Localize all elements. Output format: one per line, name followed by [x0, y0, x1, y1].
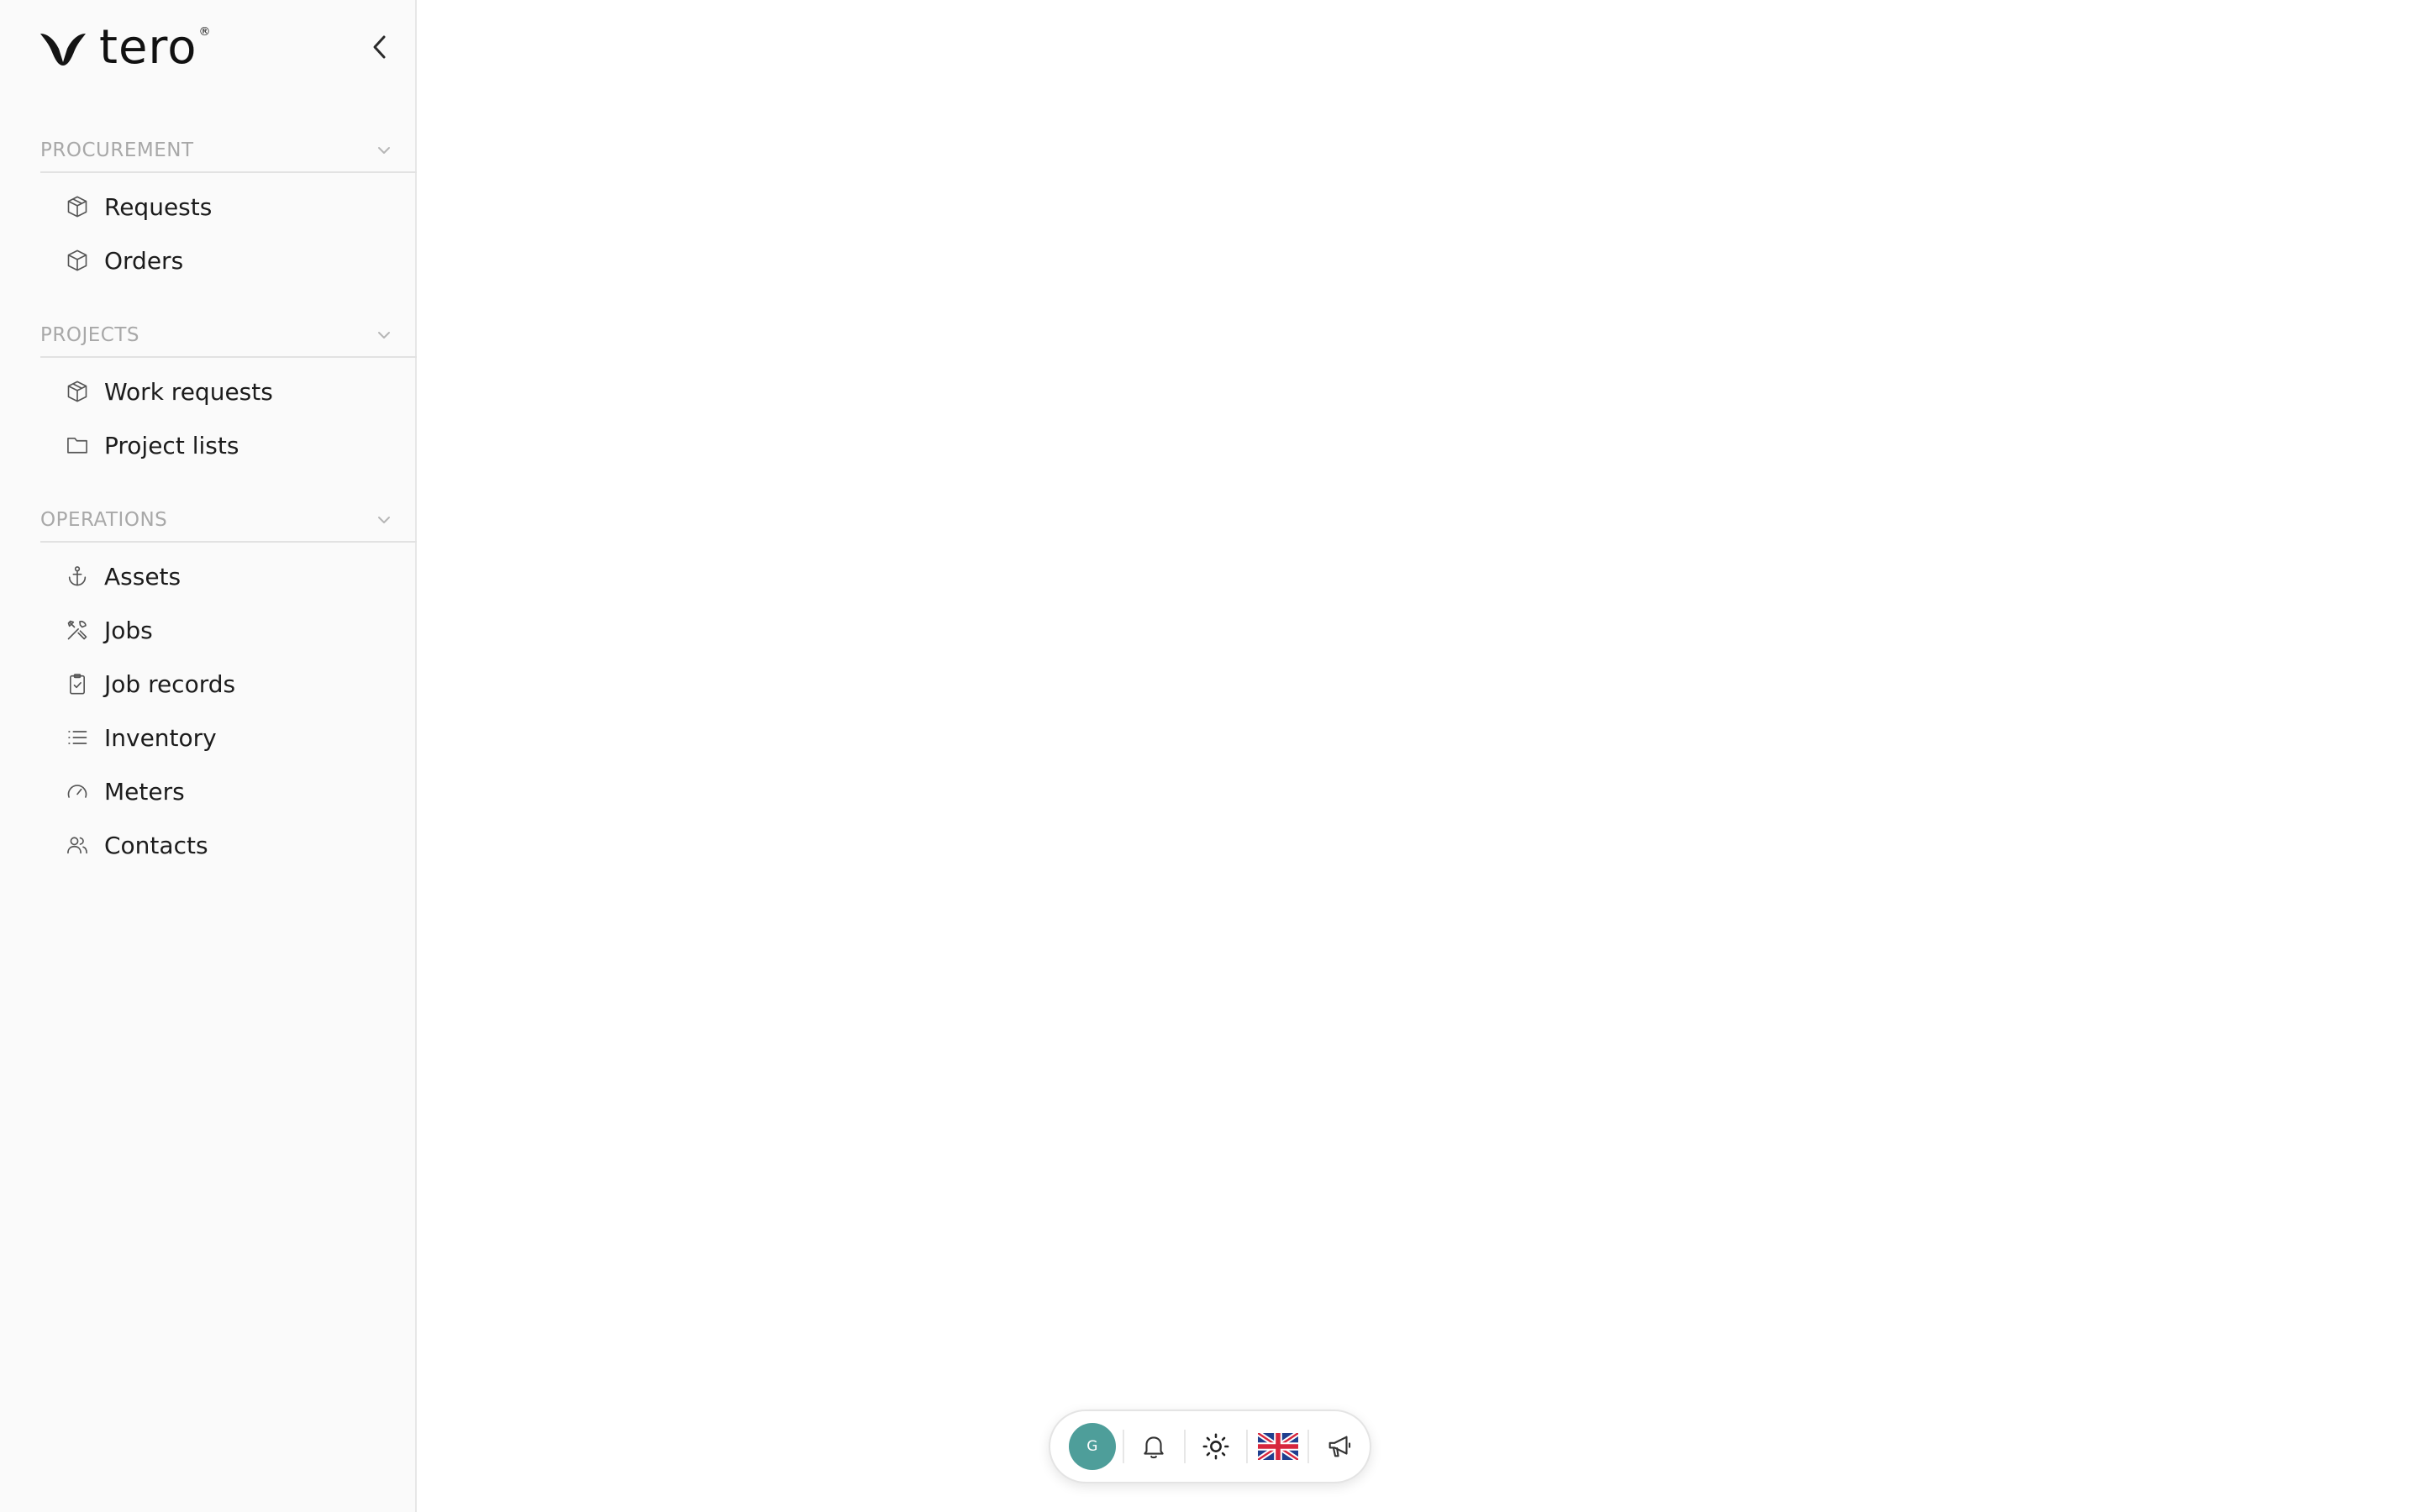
bell-icon	[1144, 1436, 1165, 1459]
bottom-toolbar: G	[1049, 1410, 1371, 1483]
language-selector-button[interactable]	[1248, 1420, 1308, 1473]
megaphone-icon	[1328, 1436, 1351, 1457]
sidebar-item-label: Inventory	[104, 723, 217, 752]
announcements-button[interactable]	[1309, 1420, 1370, 1473]
main-content-area	[417, 0, 2420, 1512]
sidebar-item-jobs[interactable]: Jobs	[40, 603, 417, 657]
sidebar-item-orders[interactable]: Orders	[40, 234, 417, 287]
tero-logo-icon	[40, 34, 86, 66]
sidebar-item-job-records[interactable]: Job records	[40, 657, 417, 711]
sun-icon	[1202, 1433, 1229, 1460]
chevron-down-icon	[378, 517, 390, 523]
section-header-operations[interactable]: OPERATIONS	[40, 499, 417, 543]
box-arrow-icon	[66, 195, 89, 218]
brand-name: tero	[99, 20, 197, 75]
sidebar-item-project-lists[interactable]: Project lists	[40, 418, 417, 472]
anchor-icon	[66, 564, 89, 588]
clipboard-check-icon	[66, 672, 89, 696]
sidebar-item-label: Orders	[104, 246, 184, 275]
section-title: PROJECTS	[40, 324, 139, 346]
section-projects: PROJECTS Work requests Project lists	[40, 314, 417, 472]
sidebar-item-inventory[interactable]: Inventory	[40, 711, 417, 764]
sidebar-item-label: Requests	[104, 192, 213, 221]
app-window: tero ® PROCUREMENT Requests Orders PROJE…	[0, 0, 2420, 1512]
tools-icon	[66, 618, 89, 642]
sidebar: tero ® PROCUREMENT Requests Orders PROJE…	[0, 0, 417, 1512]
sidebar-item-label: Assets	[104, 562, 182, 591]
user-avatar-button[interactable]: G	[1062, 1420, 1123, 1473]
section-title: OPERATIONS	[40, 509, 168, 531]
theme-toggle-button[interactable]	[1186, 1420, 1246, 1473]
folder-icon	[66, 433, 89, 457]
sidebar-item-requests[interactable]: Requests	[40, 180, 417, 234]
sidebar-item-label: Meters	[104, 777, 185, 806]
section-procurement: PROCUREMENT Requests Orders	[40, 129, 417, 287]
chevron-down-icon	[378, 147, 390, 154]
chevron-down-icon	[378, 332, 390, 339]
avatar: G	[1068, 1423, 1116, 1470]
list-icon	[66, 726, 89, 749]
notifications-button[interactable]	[1124, 1420, 1185, 1473]
sidebar-item-work-requests[interactable]: Work requests	[40, 365, 417, 418]
box-icon	[66, 249, 89, 272]
chevron-left-icon	[373, 35, 386, 59]
sidebar-collapse-button[interactable]	[365, 32, 395, 62]
sidebar-item-assets[interactable]: Assets	[40, 549, 417, 603]
sidebar-item-meters[interactable]: Meters	[40, 764, 417, 818]
section-header-procurement[interactable]: PROCUREMENT	[40, 129, 417, 173]
users-icon	[66, 833, 89, 857]
uk-flag-icon	[1257, 1433, 1298, 1460]
gauge-icon	[66, 780, 89, 803]
brand-logo[interactable]: tero ®	[39, 22, 210, 74]
section-operations: OPERATIONS Assets Jobs Job records Inven…	[40, 499, 417, 872]
sidebar-item-label: Job records	[104, 669, 236, 698]
sidebar-item-contacts[interactable]: Contacts	[40, 818, 417, 872]
section-header-projects[interactable]: PROJECTS	[40, 314, 417, 358]
sidebar-item-label: Work requests	[104, 377, 273, 406]
sidebar-item-label: Contacts	[104, 831, 208, 859]
box-arrow-icon	[66, 380, 89, 403]
section-title: PROCUREMENT	[40, 139, 194, 161]
sidebar-item-label: Jobs	[104, 616, 153, 644]
registered-mark: ®	[198, 25, 211, 39]
sidebar-item-label: Project lists	[104, 431, 239, 459]
